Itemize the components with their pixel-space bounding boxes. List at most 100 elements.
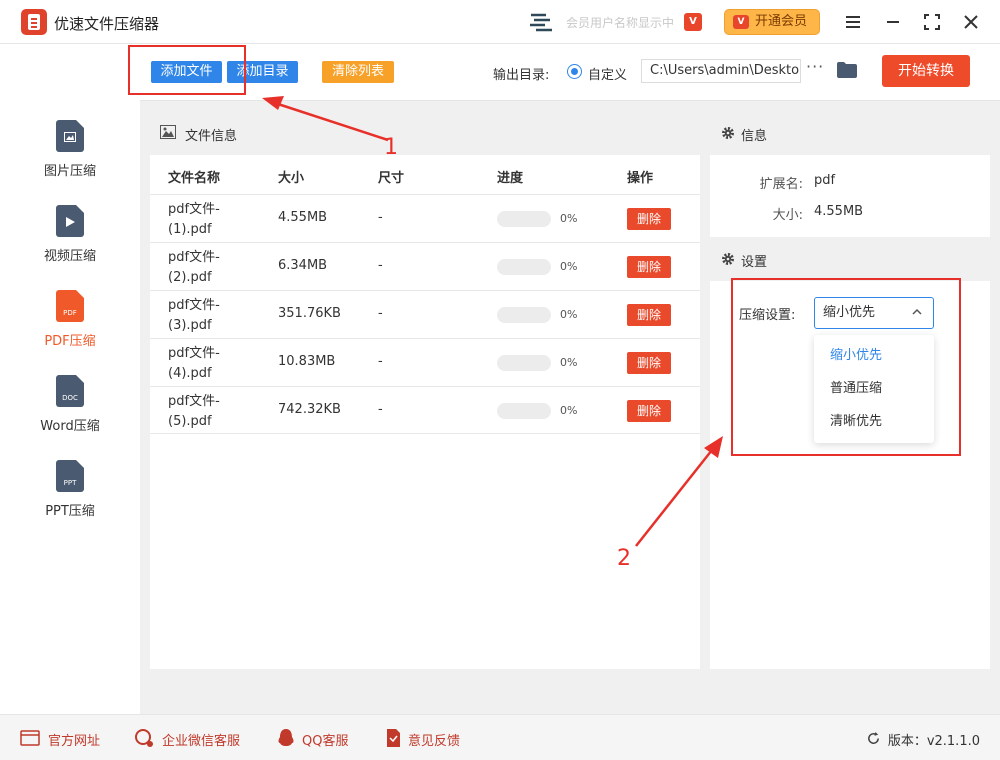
- vip-badge-icon: V: [684, 13, 702, 31]
- vip-crown-icon: V: [733, 15, 749, 29]
- sidebar-item-label: 图片压缩: [43, 164, 96, 179]
- qq-support-link[interactable]: QQ客服: [302, 730, 348, 749]
- settings-header: 设置: [710, 237, 990, 281]
- file-name-line1: pdf文件-: [168, 202, 220, 217]
- column-header-dimension: 尺寸: [378, 171, 405, 186]
- sidebar-item-label: 视频压缩: [43, 249, 96, 264]
- file-list-panel: 文件信息 文件名称 大小 尺寸 进度 操作 pdf文件- (1).pdf 4.55…: [150, 111, 700, 669]
- table-bottom-divider: [150, 433, 700, 434]
- ppt-file-icon: PPT: [56, 460, 84, 492]
- delete-button[interactable]: 删除: [627, 400, 671, 422]
- title-bar: 优速文件压缩器 会员用户名称显示中 V V 开通会员: [0, 0, 1000, 44]
- qq-icon[interactable]: [276, 728, 296, 748]
- progress-percent: 0%: [560, 260, 578, 273]
- file-name-line2: (2).pdf: [168, 270, 212, 285]
- column-header-name: 文件名称: [168, 171, 221, 186]
- sidebar-item-label: Word压缩: [40, 419, 100, 434]
- settings-title: 设置: [741, 255, 768, 270]
- minimize-icon[interactable]: [881, 10, 905, 34]
- table-row[interactable]: pdf文件- (2).pdf 6.34MB - 0% 删除: [150, 242, 700, 290]
- folder-icon[interactable]: [837, 62, 857, 78]
- wechat-support-link[interactable]: 企业微信客服: [162, 730, 240, 749]
- file-size-cell: 4.55MB: [278, 210, 328, 225]
- file-size-cell: 742.32KB: [278, 402, 341, 417]
- file-name-line2: (3).pdf: [168, 318, 212, 333]
- clear-list-button[interactable]: 清除列表: [322, 61, 394, 83]
- file-panel-title: 文件信息: [185, 129, 238, 144]
- annotation-number-2: 2: [617, 546, 631, 571]
- progress-bar: [497, 259, 551, 275]
- image-file-icon: [56, 120, 84, 152]
- menu-icon[interactable]: [841, 10, 865, 34]
- feedback-icon[interactable]: [383, 728, 403, 748]
- file-panel-header: 文件信息: [150, 111, 700, 155]
- file-dimension-cell: -: [378, 402, 383, 417]
- delete-button[interactable]: 删除: [627, 304, 671, 326]
- file-name-line1: pdf文件-: [168, 394, 220, 409]
- delete-button[interactable]: 删除: [627, 256, 671, 278]
- column-header-progress: 进度: [497, 171, 524, 186]
- file-dimension-cell: -: [378, 258, 383, 273]
- video-file-icon: [56, 205, 84, 237]
- info-header: 信息: [710, 111, 990, 155]
- extension-label: 扩展名:: [759, 177, 803, 192]
- progress-percent: 0%: [560, 212, 578, 225]
- size-value: 4.55MB: [814, 204, 864, 219]
- delete-button[interactable]: 删除: [627, 208, 671, 230]
- sidebar-item-video[interactable]: 视频压缩: [0, 205, 140, 285]
- progress-bar: [497, 307, 551, 323]
- user-avatar-icon[interactable]: [528, 11, 558, 33]
- table-row[interactable]: pdf文件- (5).pdf 742.32KB - 0% 删除: [150, 386, 700, 434]
- info-title: 信息: [741, 129, 768, 144]
- website-icon[interactable]: [20, 728, 40, 748]
- extension-value: pdf: [814, 173, 836, 188]
- toolbar: 添加文件 添加目录 清除列表 输出目录: 自定义: [140, 44, 1000, 101]
- image-icon: [160, 125, 176, 139]
- output-path-input[interactable]: C:\Users\admin\Desktop: [641, 59, 801, 83]
- doc-file-icon: DOC: [56, 375, 84, 407]
- custom-dir-radio[interactable]: [567, 64, 582, 79]
- table-row[interactable]: pdf文件- (1).pdf 4.55MB - 0% 删除: [150, 194, 700, 242]
- table-row[interactable]: pdf文件- (3).pdf 351.76KB - 0% 删除: [150, 290, 700, 338]
- more-options-button[interactable]: ···: [806, 57, 824, 76]
- version-label: 版本：v2.1.1.0: [887, 734, 980, 749]
- delete-button[interactable]: 删除: [627, 352, 671, 374]
- file-name-line2: (1).pdf: [168, 222, 212, 237]
- sidebar: 图片压缩 视频压缩 PDF PDF压缩 DOC Word压缩 PPT PPT压缩: [0, 44, 140, 714]
- progress-percent: 0%: [560, 404, 578, 417]
- progress-bar: [497, 355, 551, 371]
- refresh-icon[interactable]: [866, 731, 881, 746]
- table-row[interactable]: pdf文件- (4).pdf 10.83MB - 0% 删除: [150, 338, 700, 386]
- sidebar-item-label: PPT压缩: [45, 504, 95, 519]
- sidebar-item-image[interactable]: 图片压缩: [0, 120, 140, 200]
- maximize-icon[interactable]: [920, 10, 944, 34]
- file-name-cell: pdf文件- (3).pdf: [168, 296, 248, 336]
- vip-button[interactable]: V 开通会员: [724, 9, 820, 35]
- footer: 官方网址 企业微信客服 QQ客服 意见反馈 版本：v2.1.1.0: [0, 714, 1000, 760]
- sidebar-item-word[interactable]: DOC Word压缩: [0, 375, 140, 455]
- column-header-size: 大小: [278, 171, 305, 186]
- sidebar-item-label: PDF压缩: [44, 334, 96, 349]
- file-size-cell: 351.76KB: [278, 306, 341, 321]
- file-name-line1: pdf文件-: [168, 346, 220, 361]
- column-header-action: 操作: [627, 171, 654, 186]
- file-name-cell: pdf文件- (5).pdf: [168, 392, 248, 432]
- start-convert-button[interactable]: 开始转换: [882, 55, 970, 87]
- file-name-cell: pdf文件- (2).pdf: [168, 248, 248, 288]
- progress-percent: 0%: [560, 308, 578, 321]
- file-name-line2: (4).pdf: [168, 366, 212, 381]
- close-icon[interactable]: [959, 10, 983, 34]
- file-name-line2: (5).pdf: [168, 414, 212, 429]
- annotation-box-2: [731, 278, 961, 456]
- feedback-link[interactable]: 意见反馈: [408, 730, 460, 749]
- pdf-file-icon: PDF: [56, 290, 84, 322]
- output-dir-label: 输出目录:: [493, 68, 550, 83]
- website-link[interactable]: 官方网址: [48, 730, 100, 749]
- ppt-file-tag: PPT: [63, 479, 77, 487]
- doc-file-tag: DOC: [62, 394, 78, 402]
- sidebar-item-ppt[interactable]: PPT PPT压缩: [0, 460, 140, 540]
- file-dimension-cell: -: [378, 210, 383, 225]
- sidebar-item-pdf[interactable]: PDF PDF压缩: [0, 290, 140, 370]
- annotation-number-1: 1: [384, 135, 398, 160]
- wechat-icon[interactable]: [134, 728, 154, 748]
